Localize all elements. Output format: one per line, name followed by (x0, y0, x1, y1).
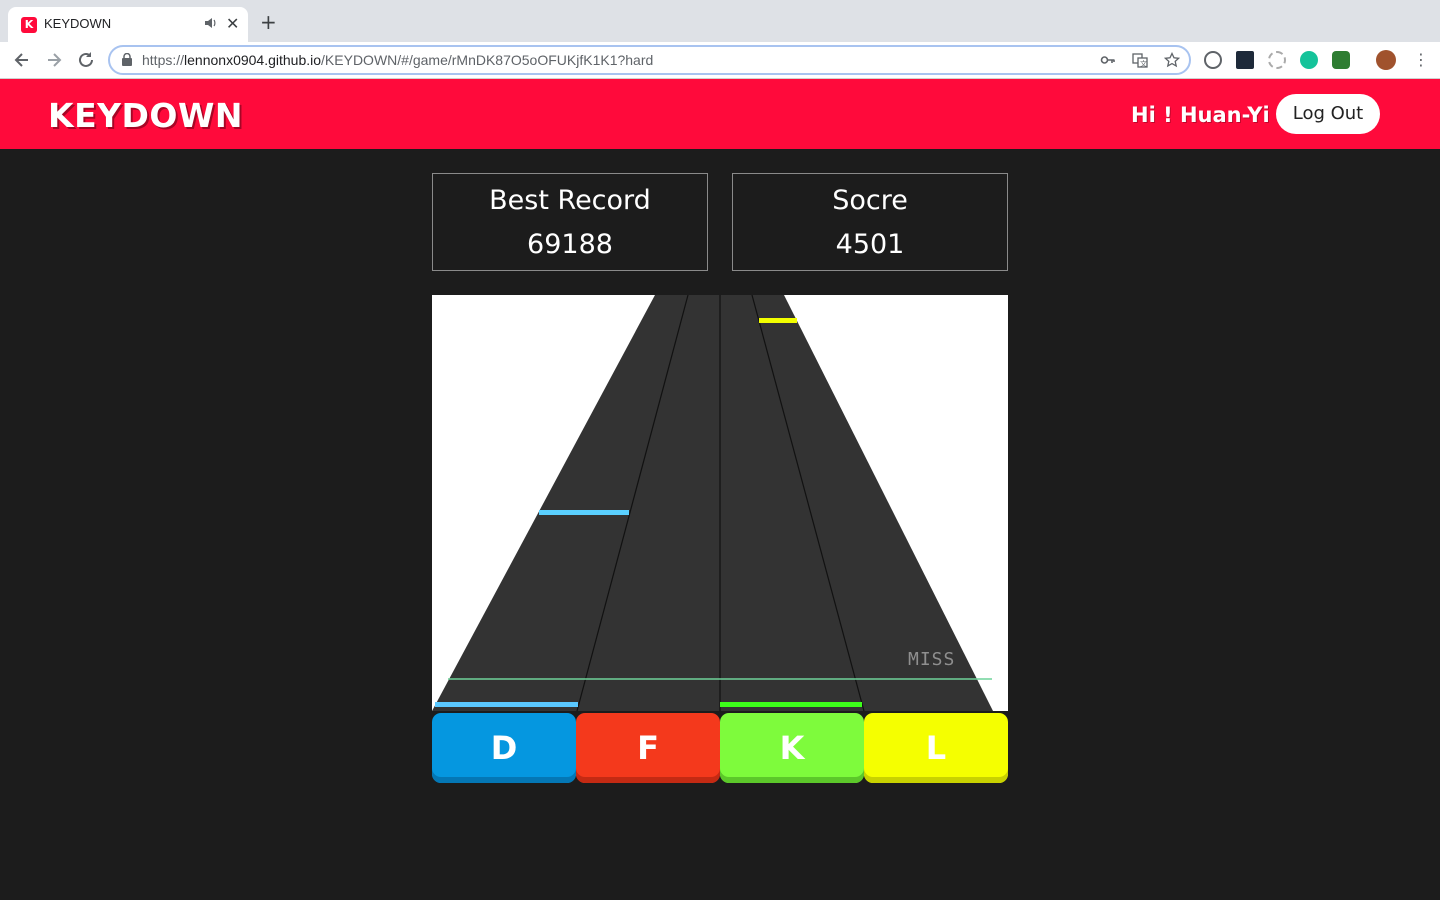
extension-react-icon[interactable] (1236, 51, 1254, 69)
speaker-icon[interactable] (204, 16, 218, 30)
extension-headphones-icon[interactable] (1204, 51, 1222, 69)
browser-tab[interactable]: K KEYDOWN ✕ (8, 7, 248, 42)
note-lane-k-hit (720, 702, 862, 707)
key-l-button[interactable]: L (864, 713, 1008, 783)
note-lane-d-hit (435, 702, 578, 707)
best-record-value: 69188 (527, 229, 613, 260)
profile-avatar[interactable] (1376, 50, 1396, 70)
note-lane-d (539, 510, 629, 515)
url-host: lennonx0904.github.io (184, 52, 322, 68)
reload-icon[interactable] (76, 50, 96, 70)
app-logo[interactable]: KEYDOWN (48, 96, 243, 135)
browser-toolbar: https://lennonx0904.github.io/KEYDOWN/#/… (0, 42, 1440, 79)
key-icon[interactable] (1100, 52, 1116, 68)
address-bar[interactable]: https://lennonx0904.github.io/KEYDOWN/#/… (108, 45, 1191, 75)
menu-kebab-icon[interactable]: ⋮ (1413, 50, 1429, 69)
back-icon[interactable] (12, 50, 32, 70)
translate-icon[interactable]: 文 (1132, 52, 1148, 68)
note-lane-l (759, 318, 797, 323)
new-tab-icon[interactable]: + (260, 12, 277, 32)
close-tab-icon[interactable]: ✕ (226, 14, 239, 33)
extension-dashed-icon[interactable] (1268, 51, 1286, 69)
game-board: MISS (432, 295, 1008, 711)
best-record-panel: Best Record 69188 (432, 173, 708, 271)
score-panel: Socre 4501 (732, 173, 1008, 271)
svg-text:文: 文 (1140, 59, 1147, 68)
key-k-button[interactable]: K (720, 713, 864, 783)
forward-icon[interactable] (44, 50, 64, 70)
browser-tab-bar: K KEYDOWN ✕ + (0, 0, 1440, 42)
key-f-button[interactable]: F (576, 713, 720, 783)
score-label: Socre (832, 185, 908, 216)
tab-title: KEYDOWN (44, 16, 112, 31)
bookmark-star-icon[interactable] (1164, 52, 1180, 68)
user-greeting: Hi ! Huan-Yi (1131, 103, 1270, 127)
url-prefix: https:// (142, 52, 185, 68)
app-header: KEYDOWN Hi ! Huan-Yi Log Out (0, 79, 1440, 149)
url-text[interactable]: https://lennonx0904.github.io/KEYDOWN/#/… (142, 52, 653, 68)
best-record-label: Best Record (489, 185, 651, 216)
lock-icon (122, 53, 132, 66)
judgement-text: MISS (908, 649, 956, 670)
score-value: 4501 (835, 229, 905, 260)
extension-grammarly-icon[interactable] (1300, 51, 1318, 69)
extension-green-icon[interactable] (1332, 51, 1350, 69)
url-path: /KEYDOWN/#/game/rMnDK87O5oOFUKjfK1K1?har… (321, 52, 654, 68)
keydown-favicon-icon: K (21, 17, 37, 33)
logout-button[interactable]: Log Out (1276, 94, 1380, 134)
key-d-button[interactable]: D (432, 713, 576, 783)
